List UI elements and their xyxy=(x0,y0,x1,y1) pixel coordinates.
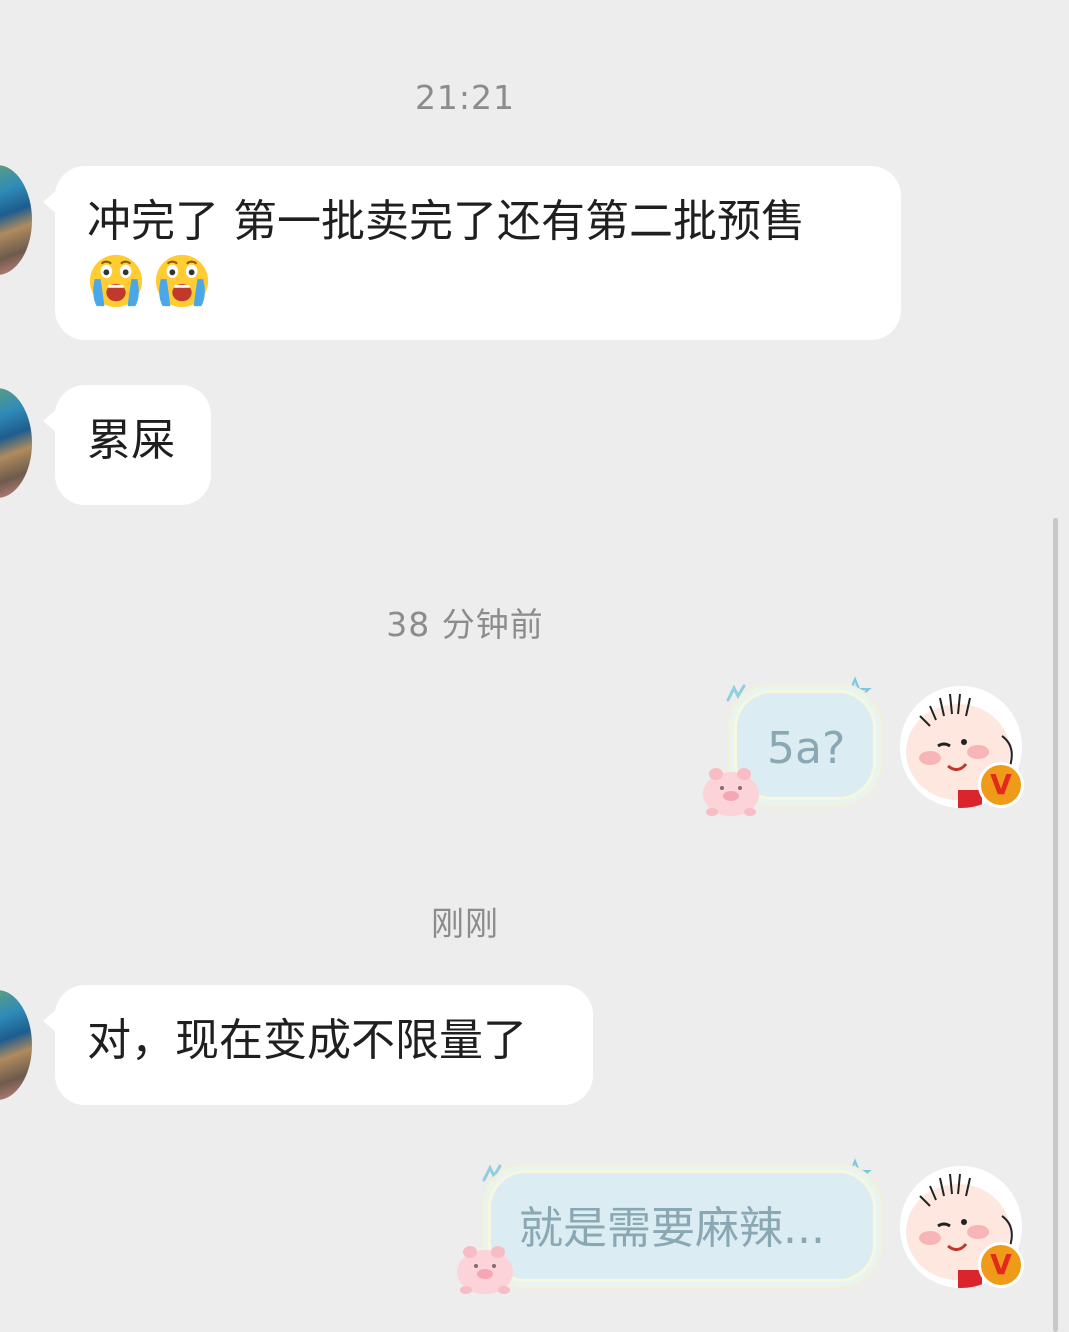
timestamp: 21:21 xyxy=(414,78,516,117)
pig-sticker-icon xyxy=(703,768,759,816)
contact-avatar[interactable] xyxy=(0,990,32,1100)
vip-badge: V xyxy=(978,762,1024,808)
contact-avatar[interactable] xyxy=(0,165,32,275)
incoming-message-bubble[interactable]: 对，现在变成不限量了 xyxy=(43,985,593,1105)
pig-sticker-icon xyxy=(457,1246,513,1294)
message-text: 就是需要麻辣... xyxy=(519,1203,825,1254)
loudly-crying-face-icon xyxy=(89,254,143,308)
message-text: 5a? xyxy=(767,723,846,774)
scrollbar[interactable] xyxy=(1053,518,1058,1332)
timestamp: 38 分钟前 xyxy=(386,605,544,644)
message-text: 对，现在变成不限量了 xyxy=(87,1015,527,1066)
vip-badge: V xyxy=(978,1242,1024,1288)
timestamp: 刚刚 xyxy=(431,904,499,943)
incoming-message-bubble[interactable]: 累屎 xyxy=(43,385,211,505)
emoji-row xyxy=(87,252,869,312)
outgoing-message-bubble[interactable]: 就是需要麻辣... xyxy=(488,1170,876,1282)
contact-avatar[interactable] xyxy=(0,388,32,498)
loudly-crying-face-icon xyxy=(155,254,209,308)
incoming-message-bubble[interactable]: 冲完了 第一批卖完了还有第二批预售 xyxy=(43,166,901,340)
message-text: 冲完了 第一批卖完了还有第二批预售 xyxy=(87,196,805,247)
message-text: 累屎 xyxy=(87,415,175,466)
